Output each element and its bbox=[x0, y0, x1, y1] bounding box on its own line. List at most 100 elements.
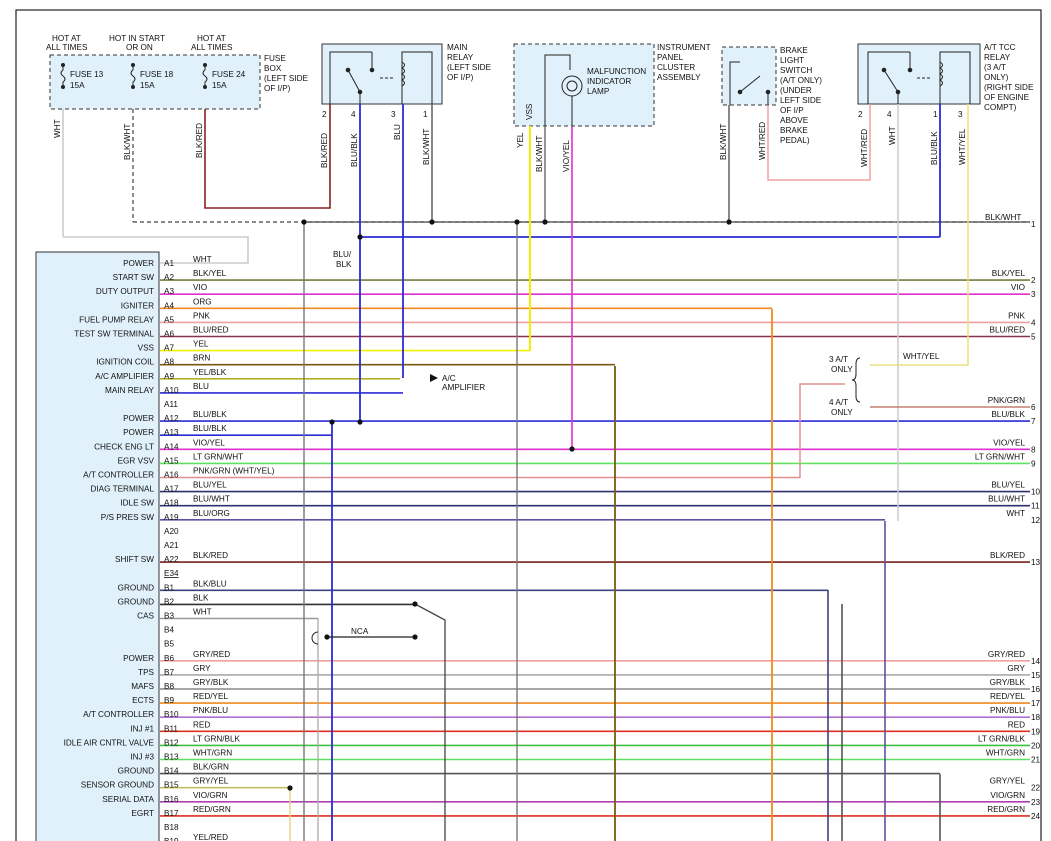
pin-wire-color: LT GRN/BLK bbox=[193, 734, 241, 743]
wire-color-right: VIO bbox=[1011, 283, 1025, 292]
pin-function: A/T CONTROLLER bbox=[83, 710, 154, 719]
svg-text:15A: 15A bbox=[140, 81, 155, 90]
pin-wire-color: BLK/YEL bbox=[193, 269, 227, 278]
wire-label: BLK/WHT bbox=[719, 124, 728, 160]
wire-label: BLK/WHT bbox=[535, 136, 544, 172]
svg-text:MALFUNCTION: MALFUNCTION bbox=[587, 67, 646, 76]
wire-color-right: LT GRN/WHT bbox=[975, 452, 1025, 461]
pin-number: A12 bbox=[164, 414, 179, 423]
pin-function: SHIFT SW bbox=[115, 555, 154, 564]
ecm-pin-row: DUTY OUTPUT A3 VIO VIO 3 bbox=[96, 283, 1036, 299]
wire-label: BLU/BLK bbox=[930, 131, 939, 165]
pin-wire-color: GRY bbox=[193, 664, 211, 673]
pin-wire-color: BLU bbox=[193, 382, 209, 391]
wire-color-right: VIO/YEL bbox=[993, 438, 1025, 447]
pin-number: A17 bbox=[164, 485, 179, 494]
connector-number: 18 bbox=[1031, 713, 1041, 722]
pin-number: A15 bbox=[164, 456, 179, 465]
svg-text:RELAY: RELAY bbox=[984, 53, 1011, 62]
splice-dot bbox=[542, 219, 548, 225]
wire-tcc-3 bbox=[870, 104, 969, 366]
at4-label-2: ONLY bbox=[831, 408, 853, 417]
pin-wire-color: RED/YEL bbox=[193, 692, 228, 701]
wire-color-right: BLU/BLK bbox=[991, 410, 1025, 419]
wire-label: BLU bbox=[393, 124, 402, 140]
connector-number: 9 bbox=[1031, 459, 1036, 468]
pin-wire-color: GRY/YEL bbox=[193, 777, 229, 786]
tcc-relay bbox=[857, 43, 981, 105]
pin-number: B6 bbox=[164, 654, 174, 663]
svg-text:4: 4 bbox=[351, 110, 356, 119]
pin-function: POWER bbox=[123, 414, 154, 423]
svg-text:ASSEMBLY: ASSEMBLY bbox=[657, 73, 701, 82]
connector-number: 11 bbox=[1031, 502, 1040, 511]
pin-function: EGR VSV bbox=[118, 456, 155, 465]
svg-text:BRAKE: BRAKE bbox=[780, 46, 808, 55]
svg-text:FUSE 24: FUSE 24 bbox=[212, 70, 246, 79]
pin-number: B11 bbox=[164, 724, 178, 733]
wire-label: WHT/RED bbox=[860, 129, 869, 167]
splice-dot bbox=[357, 419, 363, 425]
wire-color-right: WHT bbox=[1006, 509, 1025, 518]
wire-color-right: GRY/YEL bbox=[990, 777, 1026, 786]
pin-function: INJ #3 bbox=[130, 753, 154, 762]
pin-number: B9 bbox=[164, 696, 174, 705]
pin-wire-color: YEL/BLK bbox=[193, 368, 227, 377]
ecm-pin-row: EGRT B17 RED/GRN RED/GRN 24 bbox=[131, 805, 1040, 821]
ecm-pin-row: B4 bbox=[164, 626, 174, 635]
ac-amp-label-2: AMPLIFIER bbox=[442, 383, 485, 392]
ecm-pin-row: A/T CONTROLLER B10 PNK/BLU PNK/BLU 18 bbox=[83, 706, 1040, 722]
connector-number: 17 bbox=[1031, 699, 1041, 708]
svg-text:1: 1 bbox=[933, 110, 938, 119]
pin-function: CAS bbox=[137, 612, 154, 621]
pin-function: ECTS bbox=[132, 696, 154, 705]
splice-dot bbox=[412, 601, 418, 607]
splice-dot bbox=[287, 785, 293, 791]
pin-number: A1 bbox=[164, 259, 174, 268]
svg-text:BRAKE: BRAKE bbox=[780, 126, 808, 135]
svg-text:OF I/P: OF I/P bbox=[780, 106, 804, 115]
pin-wire-color: BLK/BLU bbox=[193, 579, 227, 588]
wiring-diagram: FUSE 13 15A FUSE 18 15A FUSE 24 15A HOT … bbox=[15, 9, 1042, 841]
wire-label: WHT/YEL bbox=[958, 128, 967, 165]
splice-dot bbox=[569, 446, 575, 452]
svg-text:LIGHT: LIGHT bbox=[780, 56, 804, 65]
connector-label: E34 bbox=[164, 569, 179, 578]
instrument-cluster bbox=[513, 43, 655, 127]
svg-text:OR ON: OR ON bbox=[126, 43, 153, 52]
pin-wire-color: BLU/WHT bbox=[193, 495, 230, 504]
connector-number: 23 bbox=[1031, 798, 1041, 807]
bus-number: 1 bbox=[1031, 220, 1036, 229]
pin-function: DIAG TERMINAL bbox=[90, 485, 154, 494]
svg-text:MAIN: MAIN bbox=[447, 43, 468, 52]
pin-wire-color: WHT bbox=[193, 608, 212, 617]
wire-color-right: PNK/GRN bbox=[988, 396, 1025, 405]
svg-text:CLUSTER: CLUSTER bbox=[657, 63, 695, 72]
pin-wire-color: PNK/GRN (WHT/YEL) bbox=[193, 467, 275, 476]
pin-wire-color: RED/GRN bbox=[193, 805, 231, 814]
pin-number: A18 bbox=[164, 499, 179, 508]
pin-number: A14 bbox=[164, 442, 179, 451]
svg-text:HOT AT: HOT AT bbox=[197, 34, 226, 43]
bus-label: BLK/WHT bbox=[985, 213, 1021, 222]
main-relay bbox=[321, 43, 443, 105]
wire-color-right: BLK/RED bbox=[990, 551, 1025, 560]
pin-number: B17 bbox=[164, 809, 179, 818]
pin-number: B5 bbox=[164, 640, 174, 649]
ecm-pin-row: B19 YEL/RED bbox=[164, 833, 228, 841]
pin-number: A22 bbox=[164, 555, 179, 564]
ecm-pin-row: SHIFT SW A22 BLK/RED BLK/RED 13 bbox=[115, 551, 1041, 567]
svg-text:15A: 15A bbox=[70, 81, 85, 90]
pin-number: A16 bbox=[164, 471, 179, 480]
wire-label: BLU/BLK bbox=[350, 133, 359, 167]
pin-function: VSS bbox=[138, 344, 155, 353]
pin-number: B14 bbox=[164, 767, 179, 776]
pin-number: B7 bbox=[164, 668, 174, 677]
at-brace bbox=[851, 357, 861, 403]
pin-wire-color: BLU/ORG bbox=[193, 509, 230, 518]
wire-label: BLK/WHT bbox=[422, 129, 431, 165]
pin-function: POWER bbox=[123, 428, 154, 437]
pin-function: IGNITER bbox=[121, 301, 154, 310]
pin-wire-color: LT GRN/WHT bbox=[193, 452, 243, 461]
wire-color-right: BLU/RED bbox=[990, 326, 1026, 335]
